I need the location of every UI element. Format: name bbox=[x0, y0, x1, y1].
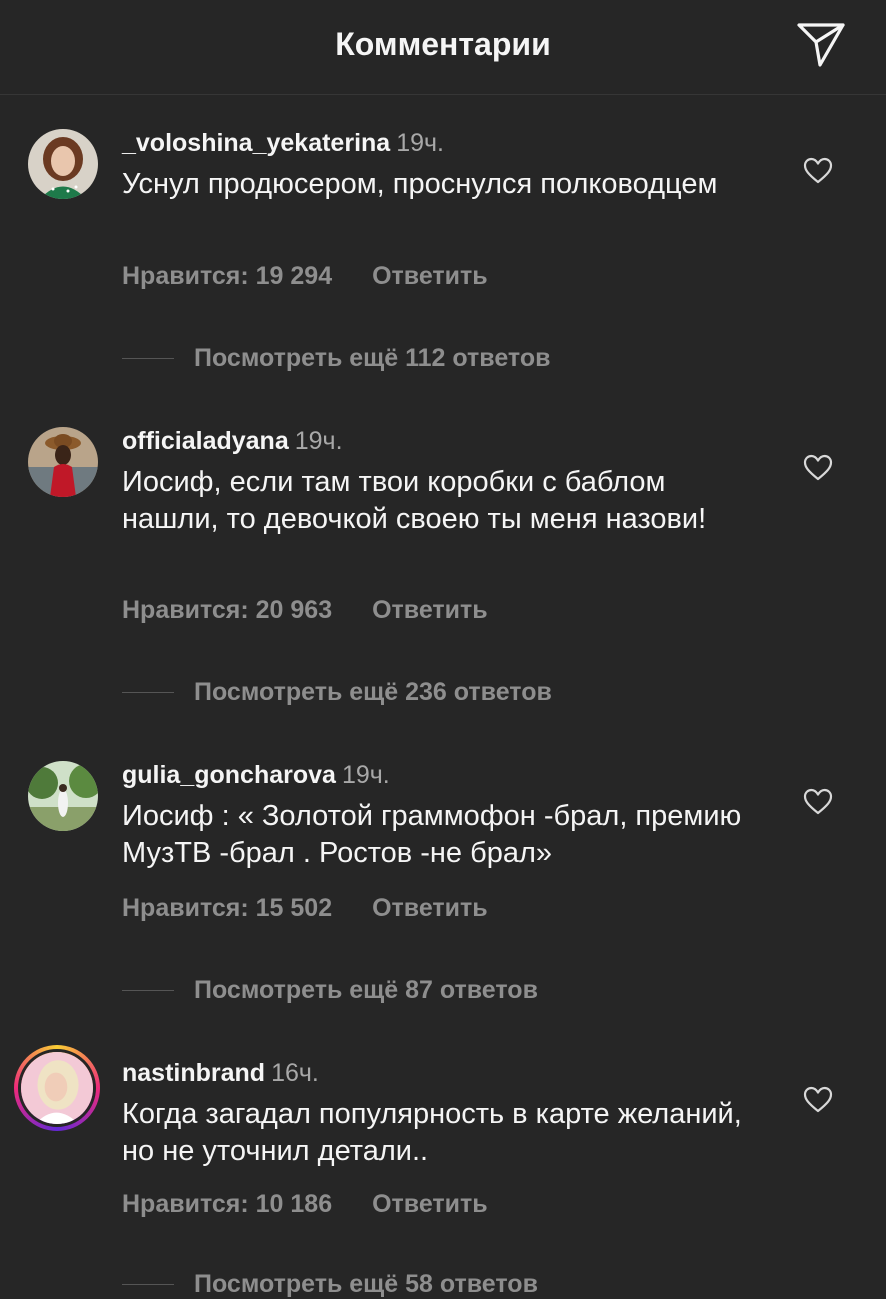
like-count: Нравится: 20 963 bbox=[122, 596, 333, 624]
avatar[interactable] bbox=[28, 129, 98, 199]
comment-username[interactable]: nastinbrand bbox=[122, 1059, 265, 1087]
reply-button[interactable]: Ответить bbox=[372, 262, 488, 290]
comment-header: officialadyana 19ч. bbox=[122, 427, 343, 456]
comment-meta: Нравится: 20 963 Ответить bbox=[122, 596, 488, 625]
comment-meta: Нравится: 19 294 Ответить bbox=[122, 262, 488, 291]
reply-button[interactable]: Ответить bbox=[372, 1190, 488, 1218]
like-count: Нравится: 19 294 bbox=[122, 262, 333, 290]
divider-line bbox=[122, 358, 174, 359]
avatar-story-ring[interactable] bbox=[14, 1045, 100, 1131]
view-replies-button[interactable]: Посмотреть ещё 236 ответов bbox=[122, 678, 552, 707]
reply-button[interactable]: Ответить bbox=[372, 596, 488, 624]
view-replies-button[interactable]: Посмотреть ещё 58 ответов bbox=[122, 1270, 538, 1299]
view-replies-button[interactable]: Посмотреть ещё 87 ответов bbox=[122, 976, 538, 1005]
comment-username[interactable]: officialadyana bbox=[122, 427, 289, 455]
avatar bbox=[18, 1049, 96, 1127]
comment-header: gulia_goncharova 19ч. bbox=[122, 761, 390, 790]
comment-text: Уснул продюсером, проснулся полководцем bbox=[122, 168, 718, 200]
comment-text: Иосиф : « Золотой граммофон -брал, преми… bbox=[122, 800, 742, 869]
avatar[interactable] bbox=[28, 761, 98, 831]
view-replies-button[interactable]: Посмотреть ещё 112 ответов bbox=[122, 344, 550, 373]
comment-text: Когда загадал популярность в карте желан… bbox=[122, 1098, 742, 1167]
divider-line bbox=[122, 692, 174, 693]
comment-meta: Нравится: 10 186 Ответить bbox=[122, 1190, 488, 1219]
like-count: Нравится: 10 186 bbox=[122, 1190, 333, 1218]
comment-time: 19ч. bbox=[341, 761, 390, 789]
divider-line bbox=[122, 1284, 174, 1285]
heart-icon[interactable] bbox=[803, 1085, 833, 1115]
comment-meta: Нравится: 15 502 Ответить bbox=[122, 894, 488, 923]
view-replies-label: Посмотреть ещё 112 ответов bbox=[194, 344, 551, 372]
paper-plane-icon bbox=[797, 23, 845, 67]
comment-username[interactable]: _voloshina_yekaterina bbox=[122, 129, 390, 157]
comment-header: nastinbrand 16ч. bbox=[122, 1059, 319, 1088]
heart-icon[interactable] bbox=[803, 156, 833, 186]
comment-time: 16ч. bbox=[271, 1059, 319, 1087]
comment-time: 19ч. bbox=[396, 129, 444, 157]
view-replies-label: Посмотреть ещё 87 ответов bbox=[194, 976, 538, 1004]
view-replies-label: Посмотреть ещё 236 ответов bbox=[194, 678, 552, 706]
reply-button[interactable]: Ответить bbox=[372, 894, 488, 922]
share-button[interactable] bbox=[793, 20, 849, 70]
heart-icon[interactable] bbox=[803, 453, 833, 483]
heart-icon[interactable] bbox=[803, 787, 833, 817]
comment-time: 19ч. bbox=[294, 427, 343, 455]
avatar[interactable] bbox=[28, 427, 98, 497]
divider-line bbox=[122, 990, 174, 991]
comment-username[interactable]: gulia_goncharova bbox=[122, 761, 336, 789]
header-bar: Комментарии bbox=[0, 0, 886, 95]
view-replies-label: Посмотреть ещё 58 ответов bbox=[194, 1270, 538, 1298]
like-count: Нравится: 15 502 bbox=[122, 894, 333, 922]
comment-text: Иосиф, если там твои коробки с баблом на… bbox=[122, 466, 707, 535]
comment-header: _voloshina_yekaterina 19ч. bbox=[122, 129, 444, 158]
page-title: Комментарии bbox=[335, 26, 551, 62]
